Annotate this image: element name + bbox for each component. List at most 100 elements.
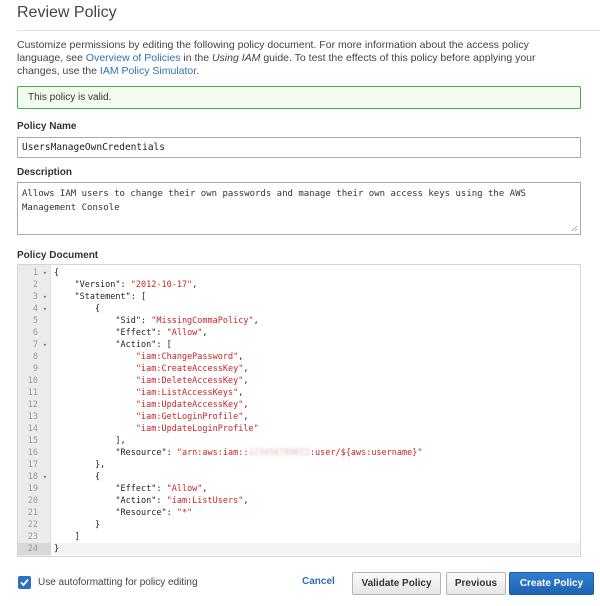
code-text: "Effect": "Allow",: [54, 327, 580, 339]
code-text: "Action": "iam:ListUsers",: [54, 495, 580, 507]
code-text: "Action": [: [54, 339, 580, 351]
line-number: 4 ▾: [18, 303, 51, 315]
line-number-text: 24: [27, 544, 38, 554]
line-number-text: 22: [27, 520, 38, 530]
code-token: {: [54, 304, 101, 314]
code-line: 23 ]: [18, 531, 580, 543]
line-number-text: 12: [27, 400, 38, 410]
code-token: }: [54, 520, 101, 530]
line-number-text: 21: [27, 508, 38, 518]
code-text: ],: [54, 435, 580, 447]
code-line: 24}: [18, 543, 580, 555]
code-token: ,: [238, 388, 244, 398]
line-number-text: 18: [27, 472, 38, 482]
code-line: 5 "Sid": "MissingCommaPolicy",: [18, 315, 580, 327]
code-line: 4 ▾ {: [18, 303, 580, 315]
code-line: 16 "Resource": "arn:aws:iam::12345678901…: [18, 447, 580, 459]
policy-code-editor[interactable]: 1 ▾{2 "Version": "2012-10-17", 3 ▾ "Stateme…: [17, 264, 581, 557]
validate-policy-button[interactable]: Validate Policy: [352, 572, 441, 595]
code-token: "Statement": [: [54, 292, 147, 302]
fold-arrow-icon[interactable]: ▾: [43, 471, 47, 483]
string-token: "iam:DeleteAccessKey": [135, 376, 244, 386]
string-token: "Allow": [166, 328, 203, 338]
create-policy-button[interactable]: Create Policy: [509, 572, 594, 595]
code-line: 9 "iam:CreateAccessKey",: [18, 363, 580, 375]
description-textarea[interactable]: Allows IAM users to change their own pas…: [17, 182, 581, 235]
line-number-text: 20: [27, 496, 38, 506]
code-token: },: [54, 460, 106, 470]
line-number-text: 14: [27, 424, 38, 434]
code-text: "Version": "2012-10-17",: [54, 279, 580, 291]
previous-button[interactable]: Previous: [446, 572, 506, 595]
code-line: 3 ▾ "Statement": [: [18, 291, 580, 303]
line-number: 16: [18, 447, 51, 459]
fold-arrow-icon[interactable]: ▾: [43, 303, 47, 315]
code-token: ,: [243, 400, 249, 410]
line-number: 23: [18, 531, 51, 543]
line-number-text: 6: [32, 328, 38, 338]
line-number-text: 2: [32, 280, 38, 290]
code-token: "Effect":: [54, 328, 167, 338]
code-text: "Resource": "arn:aws:iam::123456789012:u…: [54, 447, 580, 459]
line-number-text: 5: [32, 316, 38, 326]
code-text: {: [54, 471, 580, 483]
fold-arrow-icon[interactable]: ▾: [43, 267, 47, 279]
fold-arrow-icon[interactable]: ▾: [43, 291, 47, 303]
line-number: 8: [18, 351, 51, 363]
line-number-text: 11: [27, 388, 38, 398]
code-token: ]: [54, 532, 80, 542]
code-token: ,: [238, 352, 244, 362]
code-text: "iam:CreateAccessKey",: [54, 363, 580, 375]
line-number: 14: [18, 423, 51, 435]
line-number: 24: [18, 543, 51, 555]
line-number-text: 23: [27, 532, 38, 542]
string-token: "2012-10-17": [130, 280, 193, 290]
code-line: 2 "Version": "2012-10-17",: [18, 279, 580, 291]
code-text: }: [54, 519, 580, 531]
string-token: "iam:UpdateLoginProfile": [135, 424, 259, 434]
page-title: Review Policy: [17, 4, 117, 21]
description-text: Allows IAM users to change their own pas…: [22, 189, 526, 213]
code-text: },: [54, 459, 580, 471]
line-number-text: 9: [32, 364, 38, 374]
code-text: ]: [54, 531, 580, 543]
code-text: }: [54, 543, 580, 555]
line-number: 2: [18, 279, 51, 291]
code-line: 6 "Effect": "Allow",: [18, 327, 580, 339]
code-token: ,: [202, 328, 208, 338]
autoformat-checkbox[interactable]: [18, 576, 31, 589]
code-token: ,: [243, 496, 249, 506]
code-token: "Action":: [54, 496, 167, 506]
line-number-text: 19: [27, 484, 38, 494]
code-line: 20 "Action": "iam:ListUsers",: [18, 495, 580, 507]
line-number-text: 8: [32, 352, 38, 362]
line-number-text: 4: [32, 304, 38, 314]
line-number: 19: [18, 483, 51, 495]
policy-name-label: Policy Name: [17, 121, 77, 132]
cancel-button[interactable]: Cancel: [302, 576, 335, 587]
code-token: "Resource":: [54, 508, 177, 518]
policy-name-input[interactable]: UsersManageOwnCredentials: [17, 137, 581, 158]
overview-of-policies-link[interactable]: Overview of Policies: [86, 52, 181, 64]
code-token: ,: [253, 316, 259, 326]
code-text: "Effect": "Allow",: [54, 483, 580, 495]
code-line: 10 "iam:DeleteAccessKey",: [18, 375, 580, 387]
line-number: 7 ▾: [18, 339, 51, 351]
code-token: ],: [54, 436, 126, 446]
autoformat-label[interactable]: Use autoformatting for policy editing: [38, 577, 198, 588]
iam-policy-simulator-link[interactable]: IAM Policy Simulator: [100, 65, 196, 77]
intro-paragraph: Customize permissions by editing the fol…: [17, 39, 577, 78]
code-token: "Resource":: [54, 448, 177, 458]
string-token: "iam:GetLoginProfile": [135, 412, 244, 422]
string-token: "iam:ChangePassword": [135, 352, 239, 362]
line-number: 9: [18, 363, 51, 375]
fold-arrow-icon[interactable]: ▾: [43, 339, 47, 351]
resize-grip-icon[interactable]: [571, 225, 578, 232]
string-token: "MissingCommaPolicy": [151, 316, 254, 326]
code-token: "Effect":: [54, 484, 167, 494]
line-number: 11: [18, 387, 51, 399]
code-token: ,: [192, 280, 198, 290]
